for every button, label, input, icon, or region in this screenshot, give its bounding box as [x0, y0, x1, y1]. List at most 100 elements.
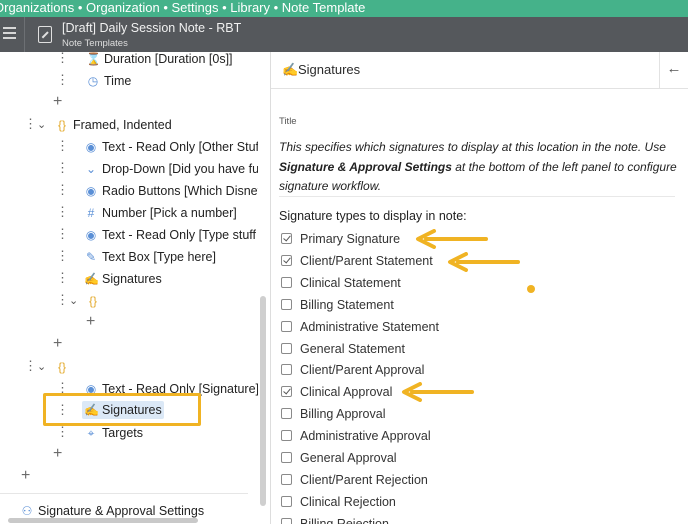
checkbox[interactable] — [281, 233, 292, 244]
signature-type-option[interactable]: Administrative Statement — [281, 316, 439, 338]
signature-type-label: General Approval — [300, 451, 397, 465]
signature-type-option[interactable]: Clinical Rejection — [281, 491, 396, 513]
template-tree-panel: ⋮ ⌛ Duration [Duration [0s]] ⋮ ◷ Time + ⋮ … — [0, 52, 258, 524]
tree-item-group[interactable]: {} — [86, 290, 104, 312]
signature-type-label: Administrative Statement — [300, 319, 439, 334]
drag-handle-icon[interactable]: ⋮ — [56, 289, 69, 311]
signature-type-option[interactable]: Primary Signature — [281, 228, 400, 250]
breadcrumb-library[interactable]: Library — [230, 0, 270, 15]
selection-annotation-box — [43, 393, 201, 426]
signature-type-label: Administrative Approval — [300, 429, 431, 444]
page-subtitle: Note Templates — [62, 38, 128, 49]
hourglass-icon: ⌛ — [86, 52, 101, 66]
signature-type-label: Primary Signature — [300, 232, 401, 246]
chevron-down-icon: ⌄ — [85, 162, 97, 176]
signature-type-label: Client/Parent Rejection — [300, 472, 428, 487]
annotation-arrow-icon — [448, 252, 520, 272]
signature-types-label: Signature types to display in note: — [279, 209, 467, 223]
properties-panel: ✍ Signatures ← Title This specifies whic… — [271, 52, 688, 524]
checkbox[interactable] — [281, 473, 292, 485]
drag-handle-icon[interactable]: ⋮ — [56, 157, 69, 179]
signature-type-option[interactable]: Client/Parent Rejection — [281, 469, 428, 491]
drag-handle-icon[interactable]: ⋮ — [56, 223, 69, 245]
radio-icon: ◉ — [85, 184, 97, 198]
annotation-dot — [527, 285, 535, 293]
annotation-arrow-icon — [416, 229, 488, 249]
checkbox[interactable] — [281, 430, 292, 442]
drag-handle-icon[interactable]: ⋮ — [56, 201, 69, 223]
signature-type-option[interactable]: General Statement — [281, 338, 405, 360]
tree-item-radio-buttons[interactable]: ◉ Radio Buttons [Which Disney — [84, 180, 258, 202]
signature-type-option[interactable]: Client/Parent Approval — [281, 359, 424, 381]
tree-item-duration[interactable]: ⌛ Duration [Duration [0s]] — [86, 52, 233, 70]
add-item-icon[interactable]: + — [21, 465, 30, 487]
signature-type-label: Billing Approval — [300, 407, 386, 422]
signature-type-label: Clinical Approval — [300, 385, 393, 400]
braces-icon: {} — [88, 294, 97, 308]
tree-item-text-read-only-2[interactable]: ◉ Text - Read Only [Type stuff h — [84, 224, 258, 246]
braces-icon: {} — [57, 118, 66, 132]
panel-title: Signatures — [298, 62, 361, 77]
signature-type-option[interactable]: Clinical Statement — [281, 272, 401, 294]
add-item-icon[interactable]: + — [53, 91, 62, 113]
page-title: [Draft] Daily Session Note - RBT — [62, 21, 242, 35]
signature-type-option[interactable]: Administrative Approval — [281, 425, 431, 447]
tree-item-time[interactable]: ◷ Time — [86, 70, 132, 92]
breadcrumb-organizations[interactable]: Organizations — [0, 0, 74, 15]
signature-type-option[interactable]: General Approval — [281, 447, 397, 469]
signature-type-option[interactable]: Billing Approval — [281, 403, 385, 425]
signature-type-option[interactable]: Client/Parent Statement — [281, 250, 433, 272]
annotation-arrow-icon — [402, 382, 474, 402]
app-header: [Draft] Daily Session Note - RBT Note Te… — [0, 17, 688, 52]
drag-handle-icon[interactable]: ⋮ — [56, 245, 69, 267]
drag-handle-icon[interactable]: ⋮ — [56, 267, 69, 289]
breadcrumb: Organizations • Organization • Settings … — [0, 0, 688, 17]
checkbox[interactable] — [281, 342, 292, 354]
drag-handle-icon[interactable]: ⋮ — [24, 355, 37, 377]
breadcrumb-settings[interactable]: Settings — [172, 0, 219, 15]
checkbox[interactable] — [281, 254, 292, 266]
checkbox[interactable] — [281, 517, 292, 524]
tree-item-signatures[interactable]: ✍ Signatures — [84, 268, 162, 290]
add-item-icon[interactable]: + — [53, 443, 62, 465]
checkbox[interactable] — [281, 276, 292, 288]
title-field-label: Title — [279, 116, 297, 127]
checkbox[interactable] — [281, 495, 292, 507]
checkbox[interactable] — [281, 408, 292, 420]
tree-item-number[interactable]: # Number [Pick a number] — [84, 202, 237, 224]
panel-description: This specifies which signatures to displ… — [279, 140, 677, 193]
signature-type-label: Client/Parent Statement — [300, 253, 433, 268]
braces-icon: {} — [57, 360, 66, 374]
collapse-chevron-icon[interactable]: ⌄ — [69, 290, 78, 312]
breadcrumb-organization[interactable]: Organization — [86, 0, 160, 15]
checkbox[interactable] — [281, 452, 292, 463]
tree-item-text-box[interactable]: ✎ Text Box [Type here] — [84, 246, 216, 268]
signature-type-label: Client/Parent Approval — [300, 363, 425, 378]
signature-type-option[interactable]: Billing Rejection — [281, 513, 389, 524]
tree-item-group-2[interactable]: {} — [55, 356, 73, 378]
add-item-icon[interactable]: + — [86, 311, 95, 333]
drag-handle-icon[interactable]: ⋮ — [56, 69, 69, 91]
horizontal-scrollbar[interactable] — [8, 518, 198, 523]
signature-type-option[interactable]: Billing Statement — [281, 294, 394, 316]
tree-item-drop-down[interactable]: ⌄ Drop-Down [Did you have fu — [84, 158, 258, 180]
collapse-chevron-icon[interactable]: ⌄ — [37, 114, 46, 136]
checkbox[interactable] — [281, 298, 292, 310]
drag-handle-icon[interactable]: ⋮ — [56, 179, 69, 201]
breadcrumb-note-template[interactable]: Note Template — [282, 0, 366, 15]
drag-handle-icon[interactable]: ⋮ — [24, 113, 37, 135]
checkbox[interactable] — [281, 386, 292, 398]
checkbox[interactable] — [281, 320, 292, 332]
add-item-icon[interactable]: + — [53, 333, 62, 355]
tree-item-framed-indented[interactable]: {} Framed, Indented — [55, 114, 172, 136]
signature-icon: ✍ — [84, 272, 99, 286]
signature-type-option[interactable]: Clinical Approval — [281, 381, 392, 403]
hamburger-menu-icon[interactable] — [3, 27, 16, 41]
checkbox[interactable] — [281, 364, 292, 376]
vertical-scrollbar[interactable] — [260, 296, 266, 506]
drag-handle-icon[interactable]: ⋮ — [56, 135, 69, 157]
back-arrow-icon[interactable]: ← — [659, 52, 688, 89]
tree-item-text-read-only[interactable]: ◉ Text - Read Only [Other Stuff — [84, 136, 258, 158]
collapse-chevron-icon[interactable]: ⌄ — [37, 356, 46, 378]
drag-handle-icon[interactable]: ⋮ — [56, 52, 69, 69]
